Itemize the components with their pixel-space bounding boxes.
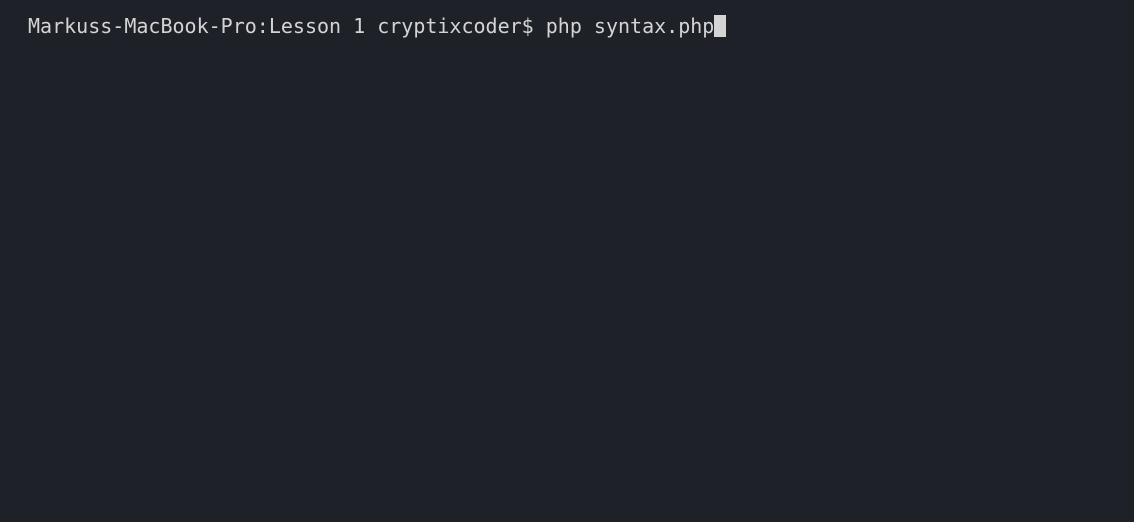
terminal-line[interactable]: Markuss-MacBook-Pro:Lesson 1 cryptixcode… — [28, 14, 726, 38]
terminal-cursor — [714, 15, 726, 37]
terminal-prompt: Markuss-MacBook-Pro:Lesson 1 cryptixcode… — [28, 14, 546, 38]
terminal-command: php syntax.php — [546, 14, 715, 38]
